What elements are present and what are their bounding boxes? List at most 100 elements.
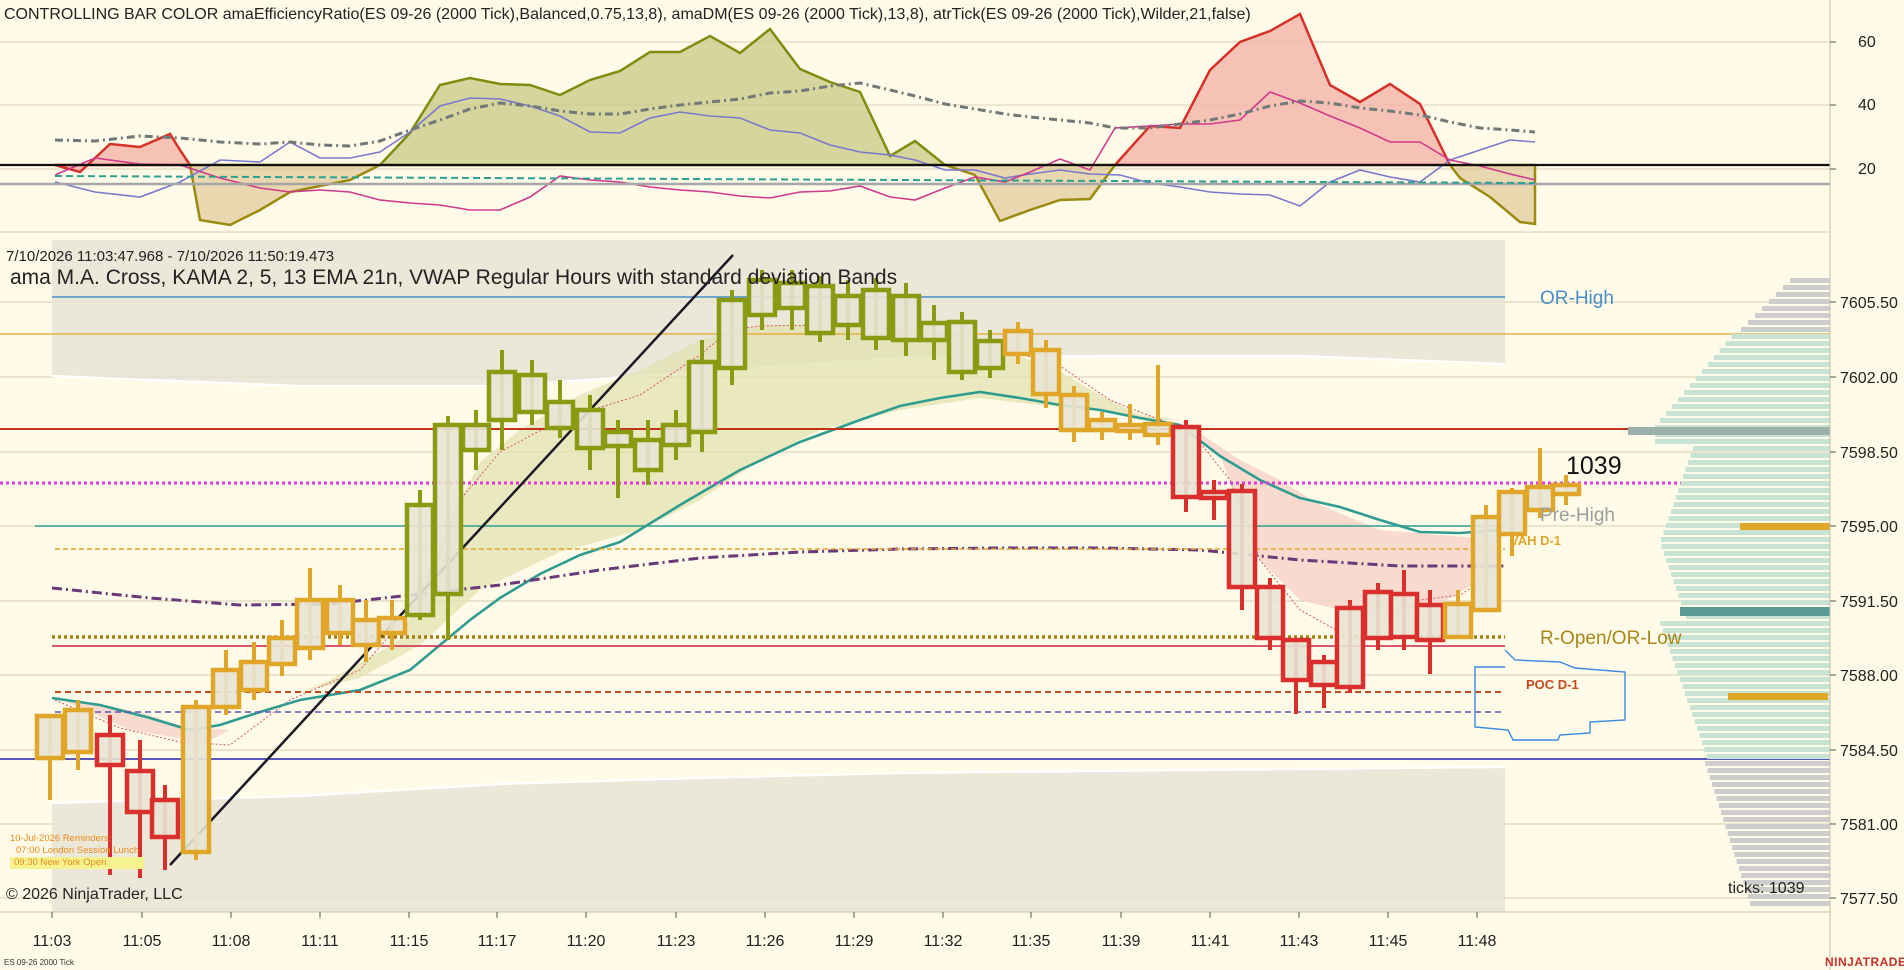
price-candle[interactable] [34,713,66,800]
indicator-panel[interactable] [0,12,1830,233]
candle-body [460,422,492,453]
price-candle[interactable] [1254,578,1286,650]
time-tick-label: 11:05 [123,933,162,950]
price-candle[interactable] [1334,600,1366,693]
volume-profile-bar [1729,838,1830,843]
volume-profile-bar [1738,866,1830,871]
volume-profile-bar [1680,481,1830,486]
price-candle[interactable] [1226,484,1258,610]
candle-body [1226,488,1258,590]
price-candle[interactable] [1470,505,1502,613]
ticks-counter: ticks: 1039 [1728,880,1805,897]
candle-body [62,707,94,755]
price-candle[interactable] [946,312,978,380]
volume-profile-bar [1713,355,1830,360]
volume-profile-bar [1741,873,1830,878]
volume-profile-bar [1769,299,1830,304]
price-candle[interactable] [544,380,576,438]
price-candle[interactable] [266,620,298,676]
time-tick-label: 11:32 [924,933,963,950]
chart-canvas[interactable]: 60 40 20 7605.50 7602.00 7598.50 7595.00 7591.… [0,0,1904,970]
volume-profile [1628,278,1830,906]
price-candle[interactable] [1086,412,1118,440]
reminders-box[interactable]: 10-Jul-2026 Reminders: 07:00 London Sess… [10,833,144,869]
volume-profile-bar [1714,789,1830,794]
price-range-label: 7/10/2026 11:03:47.968 - 7/10/2026 11:50… [6,248,335,265]
volume-profile-bar [1684,390,1830,395]
volume-profile-bar [1697,726,1830,731]
candle-body [1030,347,1062,397]
volume-profile-bar [1685,467,1830,472]
volume-profile-bar [1690,453,1830,458]
candle-body [1114,422,1146,434]
candle-body [180,704,212,855]
candle-body [946,319,978,375]
volume-profile-bar [1692,712,1830,717]
price-tick-label: 7581.00 [1840,817,1898,834]
candle-body [266,635,298,667]
candle-body [890,293,922,343]
candle-body [486,369,518,423]
candle-body [1280,637,1312,683]
volume-profile-bar [1704,747,1830,752]
price-candle[interactable] [238,642,270,700]
price-tick-label: 7602.00 [1840,370,1898,387]
price-candle[interactable] [210,650,242,715]
price-candle[interactable] [1058,386,1090,442]
candle-body [918,320,950,343]
volume-profile-bar [1709,775,1830,780]
volume-profile-bar [1681,600,1830,605]
candle-body [1550,482,1582,497]
price-panel[interactable] [0,240,1830,912]
candle-body [432,422,464,597]
volume-profile-bar [1707,362,1830,367]
volume-profile-bar [1750,901,1830,906]
volume-profile-bar [1719,348,1830,353]
volume-profile-bar [1706,754,1830,759]
candle-body [804,283,836,336]
volume-profile-poc-bar [1728,693,1828,700]
volume-profile-bar [1725,341,1830,346]
candle-body [602,429,634,449]
efficiency-area-olive-low [188,163,381,227]
time-axis[interactable]: 11:03 11:05 11:08 11:11 11:15 11:17 11:20 11:23… [33,912,1497,950]
volume-profile-bar [1679,677,1830,682]
volume-profile-bar [1692,446,1830,451]
time-tick-label: 11:39 [1102,933,1141,950]
price-candle[interactable] [1170,420,1202,512]
volume-profile-bar [1790,278,1830,283]
volume-profile-bar [1676,586,1830,591]
volume-profile-bar [1675,663,1830,668]
candle-body [516,372,548,415]
price-candle[interactable] [180,700,212,860]
volume-profile-bar [1678,488,1830,493]
time-tick-label: 11:48 [1458,933,1497,950]
volume-profile-bar [1694,719,1830,724]
indicator-axis[interactable]: 60 40 20 [1830,34,1876,178]
volume-profile-bar [1661,544,1830,549]
price-candle[interactable] [1198,480,1230,520]
volume-profile-bar [1678,593,1830,598]
ninjatrader-logo: NINJATRADER [1825,955,1904,969]
volume-profile-bar [1727,831,1830,836]
volume-profile-bar [1667,642,1830,647]
price-candle[interactable] [1308,655,1340,708]
volume-profile-bar [1702,740,1830,745]
volume-profile-bar [1755,313,1830,318]
indicator-tick-label: 40 [1858,97,1876,114]
candle-body [350,617,382,648]
volume-profile-bar [1701,369,1830,374]
price-axis[interactable]: 7605.50 7602.00 7598.50 7595.00 7591.50 7588.… [1830,295,1898,908]
volume-profile-bar [1695,376,1830,381]
price-tick-label: 7584.50 [1840,743,1898,760]
price-candle[interactable] [404,490,436,620]
price-candle[interactable] [294,568,326,660]
volume-profile-bar [1718,803,1830,808]
price-candle[interactable] [1362,583,1394,650]
price-candle[interactable] [1280,637,1312,714]
time-tick-label: 11:03 [33,933,72,950]
r-open-label: R-Open/OR-Low [1540,628,1682,649]
chart-window: 60 40 20 7605.50 7602.00 7598.50 7595.00 7591.… [0,0,1904,970]
efficiency-area-green [377,27,949,167]
volume-profile-bar [1689,383,1830,388]
